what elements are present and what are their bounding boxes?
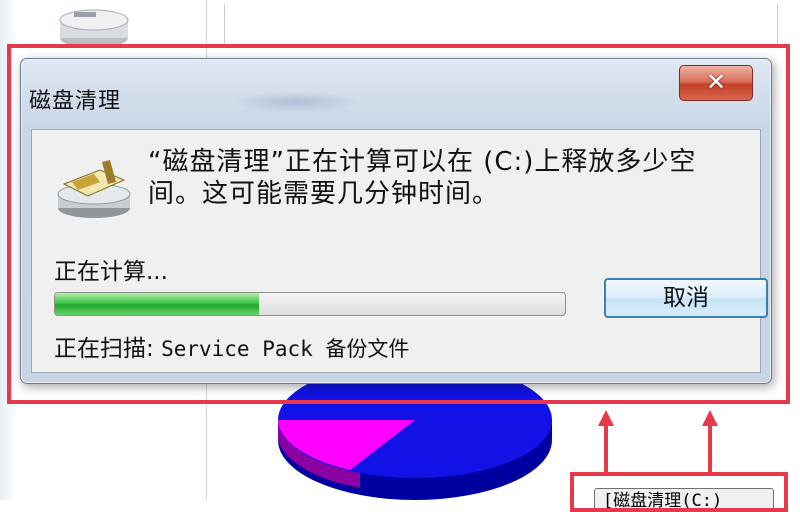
background-panel	[224, 4, 778, 45]
up-arrow-icon	[702, 410, 718, 474]
highlight-box-dialog	[7, 44, 790, 404]
up-arrow-icon	[598, 410, 614, 474]
highlight-box-button	[570, 472, 788, 512]
